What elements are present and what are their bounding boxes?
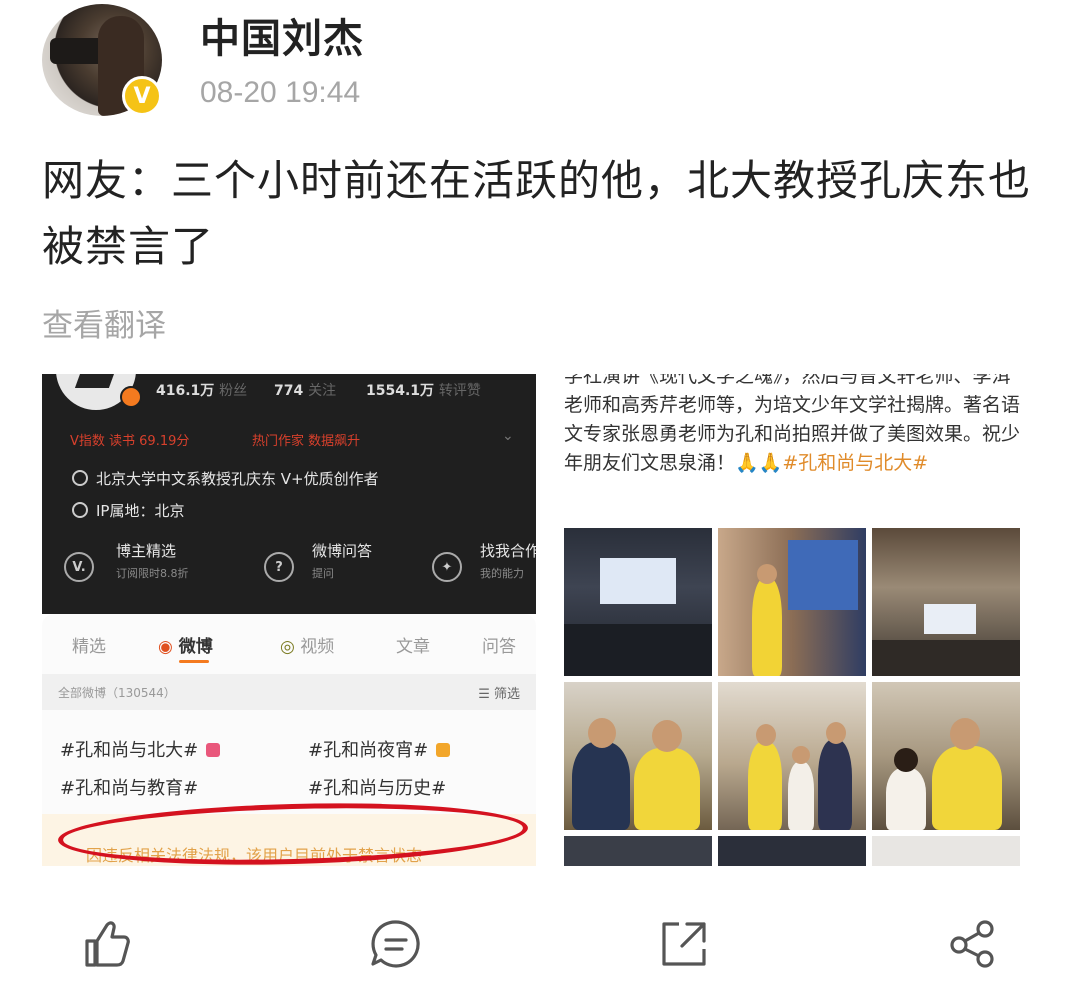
service-title: 找我合作 bbox=[480, 542, 536, 560]
service-sub: 订阅限时8.8折 bbox=[116, 567, 189, 580]
fans-label: 粉丝 bbox=[219, 383, 248, 399]
person-shape bbox=[932, 746, 1002, 830]
person-shape bbox=[572, 742, 630, 830]
profile-verified-icon bbox=[120, 386, 142, 408]
person-shape bbox=[748, 742, 782, 830]
reposts-label: 转评赞 bbox=[438, 383, 481, 399]
weibo-icon: ◉ bbox=[158, 637, 173, 657]
ip-line: IP属地：北京 bbox=[72, 500, 184, 521]
location-icon bbox=[72, 502, 88, 518]
service-title: 微博问答 bbox=[312, 542, 373, 560]
audience-shape bbox=[564, 624, 712, 676]
service-item: 博主精选订阅限时8.8折 bbox=[116, 540, 189, 581]
event-photo bbox=[872, 836, 1020, 866]
following-label: 关注 bbox=[308, 383, 337, 399]
tab-video-label: 视频 bbox=[300, 637, 335, 657]
author-name[interactable]: 中国刘杰 bbox=[200, 6, 364, 64]
post-image-2[interactable]: 学社演讲《现代文学之魂》，然后与曾文轩老师、李洱老师和高秀芹老师等，为培文少年文… bbox=[546, 374, 1036, 866]
person-head bbox=[588, 718, 616, 748]
hashtag-text: #孔和尚夜宵# bbox=[308, 740, 429, 761]
hashtag-item: #孔和尚与历史# bbox=[308, 778, 447, 799]
tab-weibo: ◉ 微博 bbox=[158, 632, 213, 657]
all-posts-count: 全部微博（130544） bbox=[58, 686, 176, 700]
event-photo bbox=[564, 682, 712, 830]
service-sub: 提问 bbox=[312, 567, 334, 580]
event-hashtag: #孔和尚与北大# bbox=[782, 452, 929, 474]
tab-featured: 精选 bbox=[72, 637, 106, 657]
new-badge-icon bbox=[436, 743, 451, 757]
post-timestamp: 08-20 19:44 bbox=[200, 76, 361, 109]
share-button[interactable] bbox=[944, 916, 1000, 972]
speaker-shape bbox=[752, 578, 782, 676]
hashtag-item: #孔和尚夜宵# bbox=[308, 736, 451, 762]
tab-articles: 文章 bbox=[396, 637, 430, 657]
tab-video: ◎ 视频 bbox=[280, 632, 334, 657]
service-title: 博主精选 bbox=[116, 542, 177, 560]
service-item: 微博问答 提问 bbox=[312, 540, 372, 581]
projector-screen bbox=[600, 558, 676, 604]
person-head bbox=[792, 746, 810, 764]
person-head bbox=[756, 724, 776, 746]
like-button[interactable] bbox=[78, 916, 134, 972]
person-shape bbox=[886, 768, 926, 830]
translate-link[interactable]: 查看翻译 bbox=[42, 300, 166, 345]
reposts-count: 1554.1万 bbox=[366, 383, 435, 399]
video-icon: ◎ bbox=[280, 637, 295, 657]
event-photo bbox=[872, 528, 1020, 676]
person-shape bbox=[634, 748, 700, 830]
tab-weibo-label: 微博 bbox=[178, 637, 213, 657]
filter-bar: 全部微博（130544） ☰ 筛选 bbox=[42, 674, 536, 710]
question-icon: ? bbox=[264, 552, 294, 582]
verified-badge-icon: V bbox=[122, 76, 162, 116]
banner-shape bbox=[788, 540, 858, 610]
comment-icon bbox=[371, 920, 420, 968]
speaker-head bbox=[757, 564, 777, 584]
hot-badge-icon bbox=[206, 743, 221, 757]
person-head bbox=[652, 720, 682, 752]
chevron-down-icon: ⌄ bbox=[502, 428, 514, 444]
event-photo bbox=[872, 682, 1020, 830]
weibo-post-view: V 中国刘杰 08-20 19:44 网友：三个小时前还在活跃的他，北大教授孔庆… bbox=[0, 0, 1080, 1002]
post-image-1[interactable]: 416.1万 粉丝 774 关注 1554.1万 转评赞 V指数 读书 69.1… bbox=[42, 374, 536, 866]
ip-text: IP属地：北京 bbox=[96, 502, 185, 520]
hashtag-item: #孔和尚与北大# bbox=[60, 736, 221, 762]
person-head bbox=[894, 748, 918, 772]
projector-screen bbox=[924, 604, 976, 634]
person-shape bbox=[818, 740, 852, 830]
person-head bbox=[826, 722, 846, 744]
verification-line: 北京大学中文系教授孔庆东 V+优质创作者 bbox=[72, 468, 379, 489]
handshake-icon: ✦ bbox=[432, 552, 462, 582]
filter-label: 筛选 bbox=[493, 687, 520, 702]
event-photo bbox=[564, 836, 712, 866]
hashtag-item: #孔和尚与教育# bbox=[60, 778, 199, 799]
person-head bbox=[950, 718, 980, 750]
service-sub: 我的能力 bbox=[480, 567, 524, 580]
active-tab-indicator bbox=[179, 660, 209, 663]
audience-shape bbox=[872, 640, 1020, 676]
shield-icon bbox=[72, 470, 88, 486]
tab-qa: 问答 bbox=[482, 637, 516, 657]
like-icon bbox=[85, 921, 130, 967]
verification-text: 北京大学中文系教授孔庆东 V+优质创作者 bbox=[96, 470, 379, 488]
hashtag-text: #孔和尚与北大# bbox=[60, 740, 199, 761]
comment-button[interactable] bbox=[368, 916, 424, 972]
event-photo bbox=[718, 528, 866, 676]
following-count: 774 bbox=[274, 383, 304, 399]
share-icon bbox=[950, 920, 994, 968]
v-index: V指数 读书 69.19分 bbox=[70, 434, 190, 449]
hot-works: 热门作家 数据飙升 bbox=[252, 434, 361, 449]
event-photo bbox=[564, 528, 712, 676]
filter-button: ☰ 筛选 bbox=[478, 687, 520, 702]
event-photo bbox=[718, 682, 866, 830]
fans-count: 416.1万 bbox=[156, 383, 215, 399]
event-text: 学社演讲《现代文学之魂》，然后与曾文轩老师、李洱老师和高秀芹老师等，为培文少年文… bbox=[564, 374, 1024, 478]
vplus-icon: V. bbox=[64, 552, 94, 582]
event-photo bbox=[718, 836, 866, 866]
repost-icon bbox=[662, 922, 706, 966]
person-shape bbox=[788, 762, 814, 830]
repost-button[interactable] bbox=[656, 916, 712, 972]
service-item: 找我合作 我的能力 bbox=[480, 540, 536, 581]
post-text: 网友：三个小时前还在活跃的他，北大教授孔庆东也被禁言了 bbox=[42, 156, 1032, 271]
